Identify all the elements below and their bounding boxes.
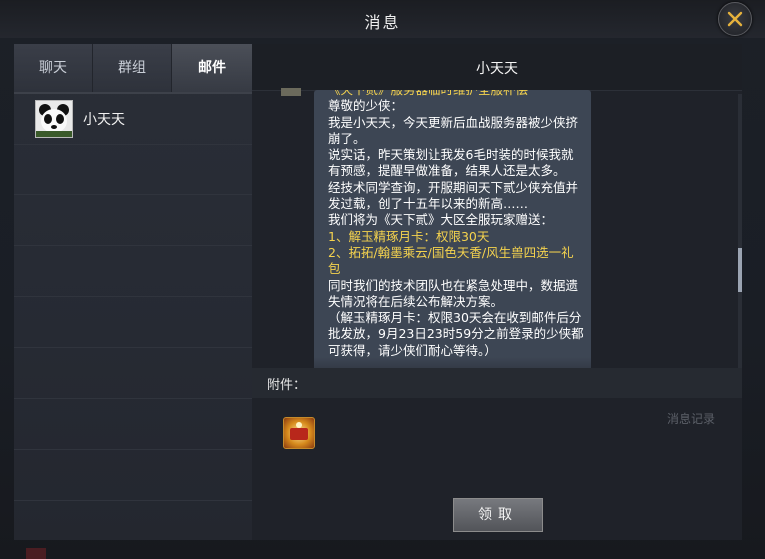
contact-name: 小天天 [83,112,125,128]
panda-avatar-icon [35,100,73,138]
mail-reward: 1、解玉精琢月卡：权限30天 [328,228,490,244]
list-divider [14,245,252,246]
window-title: 消息 [364,13,401,32]
tab-chat[interactable]: 聊天 [14,44,93,92]
mail-paragraph: 说实话，昨天策划让我发6毛时装的时候我就有预感，提醒早做准备，结果人还是太多。 [328,147,574,179]
scrollbar-thumb[interactable] [738,248,742,292]
close-button[interactable] [718,2,752,36]
gift-pack-icon[interactable] [283,417,315,449]
list-divider [14,449,252,450]
corner-decoration [26,548,46,559]
contact-item[interactable]: 小天天 [14,94,252,142]
mail-paragraph: （解玉精琢月卡：权限30天会在收到邮件后分批发放，9月23日23时59分之前登录… [328,310,584,358]
mail-reward: 2、拓拓/翰墨乘云/国色天香/风生兽四选一礼包 [328,244,574,277]
sender-avatar-icon [281,88,301,96]
list-divider [14,398,252,399]
list-divider [14,144,252,145]
mail-paragraph: 我是小天天，今天更新后血战服务器被少侠挤崩了。 [328,114,579,146]
tab-bar: 聊天 群组 邮件 [14,44,252,92]
scrollbar-track[interactable] [738,94,742,374]
mail-paragraph: 经技术同学查询，开服期间天下贰少侠充值并发过载，创了十五年以来的新高…… [328,179,579,212]
mail-paragraph: 尊敬的少侠： [328,98,404,114]
conversation-header: 小天天 [252,44,742,91]
list-divider [14,347,252,348]
attachment-bar [252,368,742,398]
list-divider [14,500,252,501]
mail-paragraph: 同时我们的技术团队也在紧急处理中，数据遗失情况将在后续公布解决方案。 [328,277,579,309]
list-divider [14,296,252,297]
mail-subject: 《天下贰》服务器临时维护全服补偿 [328,90,584,98]
mail-message-body: 《天下贰》服务器临时维护全服补偿 尊敬的少侠： 我是小天天，今天更新后血战服务器… [328,90,584,359]
conversation-title: 小天天 [476,61,518,77]
sidebar: 聊天 群组 邮件 小天天 [14,44,252,540]
list-divider [14,194,252,195]
tab-mail[interactable]: 邮件 [172,44,252,92]
attachment-label: 附件： [267,378,307,393]
message-history-link[interactable]: 消息记录 [667,410,715,427]
claim-button[interactable]: 领取 [453,498,543,532]
close-icon [727,11,743,27]
title-bar: 消息 [0,0,765,38]
tab-group[interactable]: 群组 [93,44,172,92]
mail-paragraph: 我们将为《天下贰》大区全服玩家赠送： [328,212,554,228]
mail-message-bubble[interactable]: 《天下贰》服务器临时维护全服补偿 尊敬的少侠： 我是小天天，今天更新后血战服务器… [314,90,591,387]
